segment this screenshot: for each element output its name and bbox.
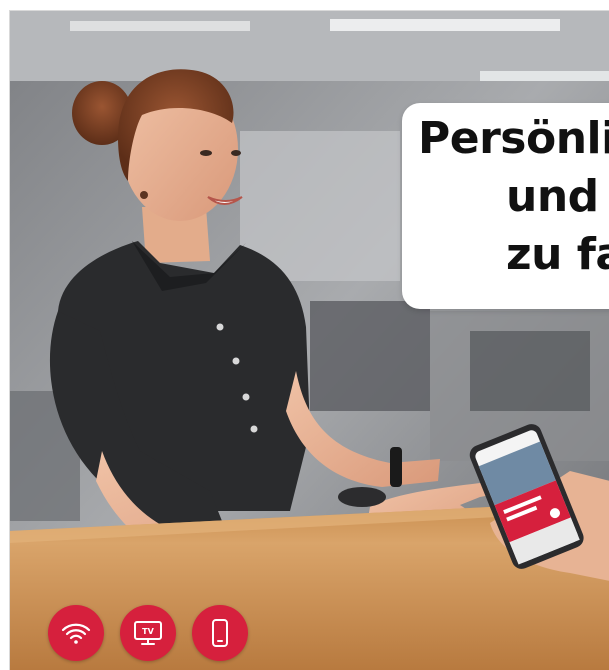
promo-banner: Persönli und zu fa TV xyxy=(9,10,609,670)
wifi-icon xyxy=(48,605,104,661)
headline-line-2: und xyxy=(506,171,599,222)
tv-icon: TV xyxy=(120,605,176,661)
tv-icon-label: TV xyxy=(142,627,154,636)
headline-line-3: zu fa xyxy=(506,229,609,280)
smartphone-icon xyxy=(192,605,248,661)
headline-callout: Persönli und zu fa xyxy=(402,103,609,309)
headline-line-1: Persönli xyxy=(418,113,609,164)
